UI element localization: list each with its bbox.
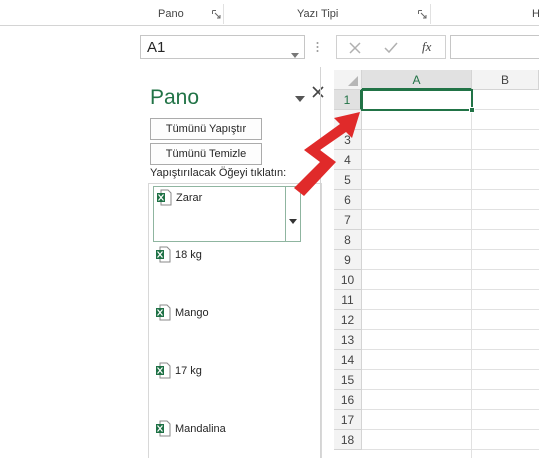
- pane-title: Pano: [150, 86, 200, 109]
- row-header[interactable]: 11: [334, 290, 362, 310]
- clipboard-item-label: Zarar: [176, 192, 203, 204]
- excel-file-icon: [156, 189, 172, 206]
- row-header[interactable]: 14: [334, 350, 362, 370]
- row-header[interactable]: 3: [334, 130, 362, 150]
- excel-file-icon: [155, 246, 171, 263]
- column-header-b[interactable]: B: [472, 70, 539, 90]
- fill-handle[interactable]: [469, 107, 475, 113]
- excel-file-icon: [155, 304, 171, 321]
- ribbon-separator: [223, 4, 224, 24]
- clipboard-item-label: 18 kg: [175, 249, 202, 261]
- clipboard-items-list: Zarar 18 kg Mango 17 kg Mandalina: [148, 183, 322, 458]
- clipboard-item[interactable]: Mango: [153, 302, 298, 358]
- clipboard-pane: Pano Tümünü Yapıştır Tümünü Temizle Yapı…: [138, 67, 334, 458]
- clipboard-item-dropdown[interactable]: [285, 187, 300, 241]
- name-box-value: A1: [147, 39, 166, 56]
- clipboard-item[interactable]: 18 kg: [153, 244, 298, 300]
- select-all-button[interactable]: [334, 70, 362, 90]
- clear-all-button[interactable]: Tümünü Temizle: [150, 143, 262, 165]
- more-handle-icon[interactable]: [316, 40, 319, 58]
- paste-all-button[interactable]: Tümünü Yapıştır: [150, 118, 262, 140]
- ribbon-group-clipboard-label: Pano: [158, 8, 184, 20]
- clipboard-item[interactable]: Zarar: [153, 186, 301, 242]
- column-header-a[interactable]: A: [362, 70, 472, 90]
- formula-input[interactable]: [450, 35, 539, 59]
- insert-function-button[interactable]: fx: [422, 39, 431, 55]
- clipboard-item[interactable]: Mandalina: [153, 418, 298, 458]
- clipboard-item-label: Mandalina: [175, 423, 226, 435]
- ribbon-separator: [430, 4, 431, 24]
- formula-buttons: fx: [336, 35, 446, 59]
- chevron-down-icon[interactable]: [291, 45, 299, 63]
- row-header[interactable]: 16: [334, 390, 362, 410]
- row-header[interactable]: 17: [334, 410, 362, 430]
- cancel-x-icon[interactable]: [347, 40, 363, 56]
- active-cell-a1[interactable]: [361, 89, 475, 113]
- chevron-down-icon: [289, 211, 297, 229]
- paste-instruction: Yapıştırılacak Öğeyi tıklatın:: [150, 167, 287, 179]
- cells-area[interactable]: [362, 90, 539, 458]
- row-header[interactable]: 18: [334, 430, 362, 450]
- clipboard-item-label: Mango: [175, 307, 209, 319]
- pane-splitter[interactable]: [320, 67, 321, 458]
- row-header[interactable]: 15: [334, 370, 362, 390]
- row-header[interactable]: 1: [334, 90, 362, 110]
- close-icon[interactable]: [311, 85, 325, 99]
- checkmark-icon[interactable]: [383, 40, 399, 56]
- row-header[interactable]: 10: [334, 270, 362, 290]
- pane-options-chevron-down-icon[interactable]: [295, 89, 305, 107]
- name-box[interactable]: A1: [140, 35, 305, 59]
- row-header[interactable]: 13: [334, 330, 362, 350]
- row-header[interactable]: 8: [334, 230, 362, 250]
- ribbon-group-next-label: H: [532, 8, 539, 20]
- ribbon-group-font-label: Yazı Tipi: [297, 8, 339, 20]
- row-header[interactable]: 9: [334, 250, 362, 270]
- row-header[interactable]: 2: [334, 110, 362, 130]
- excel-file-icon: [155, 420, 171, 437]
- ribbon-group-strip: Pano Yazı Tipi H: [0, 0, 539, 26]
- formula-bar: A1 fx: [0, 27, 539, 67]
- row-header[interactable]: 4: [334, 150, 362, 170]
- row-header[interactable]: 7: [334, 210, 362, 230]
- excel-file-icon: [155, 362, 171, 379]
- worksheet-grid: A B 1 2 3 4 5 6 7 8 9 10 11 12 13 14 15 …: [334, 70, 539, 458]
- row-header[interactable]: 6: [334, 190, 362, 210]
- row-header[interactable]: 12: [334, 310, 362, 330]
- font-dialog-launcher-icon[interactable]: [418, 10, 427, 19]
- row-header[interactable]: 5: [334, 170, 362, 190]
- clipboard-item-label: 17 kg: [175, 365, 202, 377]
- clipboard-item[interactable]: 17 kg: [153, 360, 298, 416]
- clipboard-dialog-launcher-icon[interactable]: [212, 10, 221, 19]
- select-all-triangle-icon: [348, 76, 358, 86]
